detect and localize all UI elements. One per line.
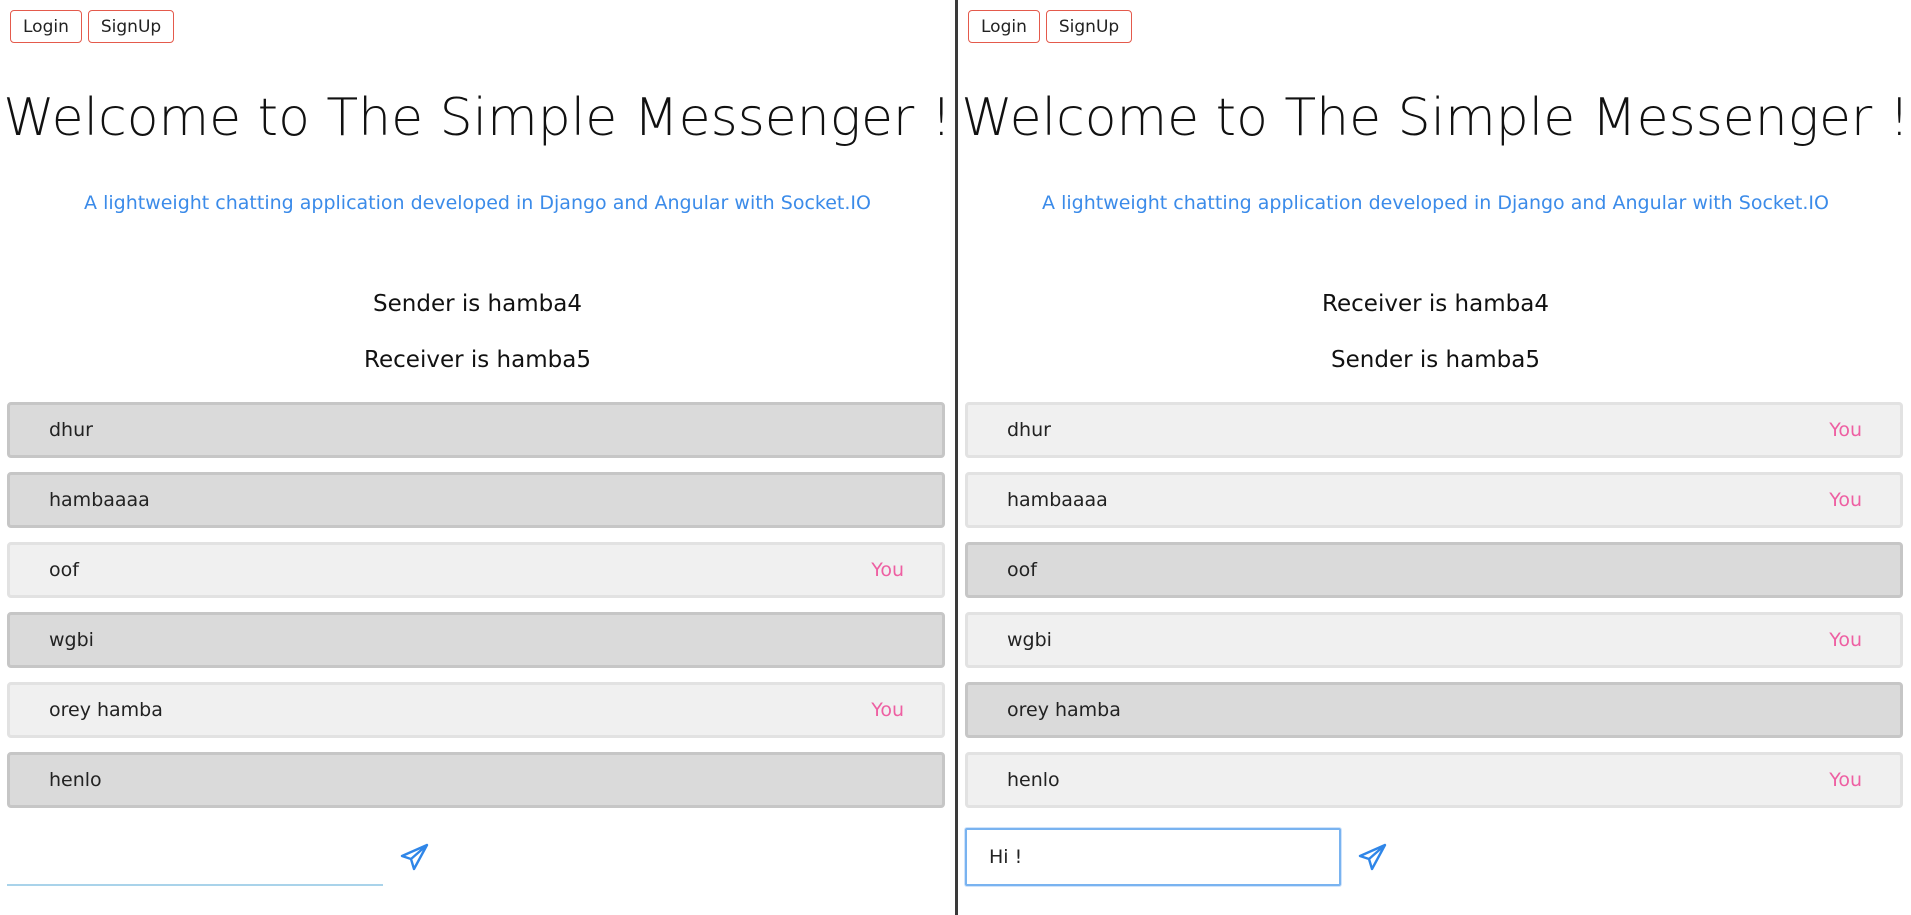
message-text: oof (49, 559, 79, 581)
message-item: wgbi (7, 612, 945, 668)
you-label: You (1829, 629, 1862, 651)
send-button[interactable] (390, 836, 440, 878)
sender-info: Sender is hamba5 (1331, 347, 1540, 373)
message-text: wgbi (49, 629, 94, 651)
top-nav: Login SignUp (968, 10, 1133, 43)
paper-plane-icon (1358, 843, 1387, 871)
message-text: orey hamba (49, 699, 163, 721)
signup-button[interactable]: SignUp (87, 10, 175, 43)
receiver-info: Receiver is hamba4 (1322, 291, 1549, 317)
message-text: hambaaaa (49, 489, 150, 511)
message-text: henlo (1007, 769, 1060, 791)
message-list: dhur You hambaaaa You oof wgbi You orey … (965, 402, 1903, 822)
message-item: wgbi You (965, 612, 1903, 668)
message-item: orey hamba (965, 682, 1903, 738)
message-composer (7, 828, 607, 888)
message-text: hambaaaa (1007, 489, 1108, 511)
messenger-pane-left: Login SignUp Welcome to The Simple Messe… (0, 0, 955, 915)
top-nav: Login SignUp (10, 10, 175, 43)
page-title: Welcome to The Simple Messenger ! (3, 88, 952, 148)
message-item: henlo You (965, 752, 1903, 808)
signup-button[interactable]: SignUp (1045, 10, 1133, 43)
message-text: dhur (1007, 419, 1051, 441)
message-text: orey hamba (1007, 699, 1121, 721)
message-item: oof You (7, 542, 945, 598)
message-item: henlo (7, 752, 945, 808)
message-text: dhur (49, 419, 93, 441)
page-subtitle: A lightweight chatting application devel… (84, 192, 871, 214)
sender-info: Sender is hamba4 (373, 291, 582, 317)
login-button[interactable]: Login (10, 10, 82, 43)
message-item: dhur You (965, 402, 1903, 458)
login-button[interactable]: Login (968, 10, 1040, 43)
message-item: orey hamba You (7, 682, 945, 738)
send-button[interactable] (1348, 836, 1398, 878)
messenger-pane-right: Login SignUp Welcome to The Simple Messe… (958, 0, 1911, 915)
you-label: You (1829, 769, 1862, 791)
message-item: dhur (7, 402, 945, 458)
message-item: oof (965, 542, 1903, 598)
page-title: Welcome to The Simple Messenger ! (961, 88, 1910, 148)
receiver-info: Receiver is hamba5 (364, 347, 591, 373)
you-label: You (871, 559, 904, 581)
message-list: dhur hambaaaa oof You wgbi orey hamba Yo… (7, 402, 945, 822)
message-composer (965, 828, 1565, 888)
message-text: henlo (49, 769, 102, 791)
message-text: oof (1007, 559, 1037, 581)
message-input[interactable] (965, 828, 1341, 886)
you-label: You (1829, 489, 1862, 511)
you-label: You (1829, 419, 1862, 441)
dual-browser-screen: Login SignUp Welcome to The Simple Messe… (0, 0, 1911, 915)
message-item: hambaaaa (7, 472, 945, 528)
message-text: wgbi (1007, 629, 1052, 651)
message-item: hambaaaa You (965, 472, 1903, 528)
paper-plane-icon (400, 843, 429, 871)
message-input[interactable] (7, 828, 383, 886)
you-label: You (871, 699, 904, 721)
page-subtitle: A lightweight chatting application devel… (1042, 192, 1829, 214)
